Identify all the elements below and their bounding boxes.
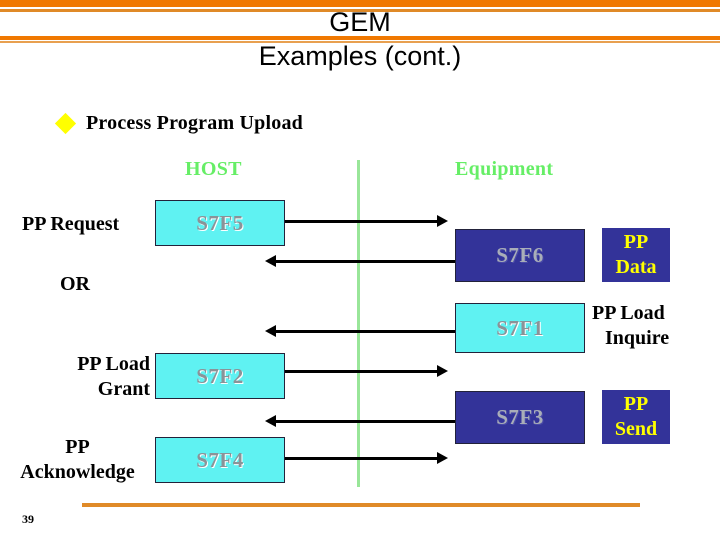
bullet-text: Process Program Upload (86, 112, 303, 134)
message-box-s7f5: S7F5 (155, 200, 285, 246)
label-pp-acknowledge-line-2: Acknowledge (20, 461, 135, 483)
label-pp-load-inquire: PP Load Inquire (592, 301, 669, 351)
diamond-bullet-icon (54, 112, 77, 135)
label-or: OR (60, 273, 90, 295)
column-header-host: HOST (185, 158, 242, 180)
label-pp-acknowledge-line-1: PP (65, 436, 90, 458)
arrow-s7f6-head (265, 255, 276, 267)
label-pp-request: PP Request (22, 213, 120, 235)
message-box-s7f3: S7F3 (455, 391, 585, 444)
label-pp-load-inquire-line-2: Inquire (605, 327, 670, 349)
arrow-s7f3-line (276, 420, 455, 423)
arrow-s7f6-line (276, 260, 455, 263)
arrow-s7f5-head (437, 215, 448, 227)
label-pp-load-grant-line-2: Grant (97, 378, 150, 400)
label-pp-load-grant-line-1: PP Load (77, 353, 150, 375)
tag-box-pp-send: PP Send (602, 390, 670, 444)
arrow-s7f1-head (265, 325, 276, 337)
arrow-s7f5-line (285, 220, 437, 223)
page-title-line-2: Examples (cont.) (258, 41, 462, 71)
arrow-s7f1-line (276, 330, 455, 333)
page-number: 39 (22, 512, 34, 526)
tag-pp-send-line-1: PP (623, 393, 649, 415)
tag-pp-data-line-1: PP (623, 231, 649, 253)
arrow-s7f2-line (285, 370, 437, 373)
tag-pp-send-line-2: Send (614, 418, 658, 440)
label-pp-load-grant: PP Load Grant (30, 352, 150, 402)
label-pp-load-inquire-line-1: PP Load (592, 302, 665, 324)
tag-pp-data-line-2: Data (615, 256, 657, 278)
tag-box-pp-data: PP Data (602, 228, 670, 282)
arrow-s7f2-head (437, 365, 448, 377)
slide-canvas: GEM Examples (cont.) Process Program Upl… (0, 0, 720, 540)
bottom-accent-bar (82, 503, 640, 507)
column-divider-line (357, 160, 360, 487)
column-header-equipment: Equipment (455, 158, 554, 180)
message-box-s7f1: S7F1 (455, 303, 585, 353)
arrow-s7f4-head (437, 452, 448, 464)
bullet-row: Process Program Upload (54, 112, 303, 135)
label-pp-acknowledge: PP Acknowledge (5, 435, 150, 485)
message-box-s7f4: S7F4 (155, 437, 285, 483)
message-box-s7f6: S7F6 (455, 229, 585, 282)
page-title-line-1: GEM (329, 7, 391, 37)
arrow-s7f4-line (285, 457, 437, 460)
arrow-s7f3-head (265, 415, 276, 427)
message-box-s7f2: S7F2 (155, 353, 285, 399)
